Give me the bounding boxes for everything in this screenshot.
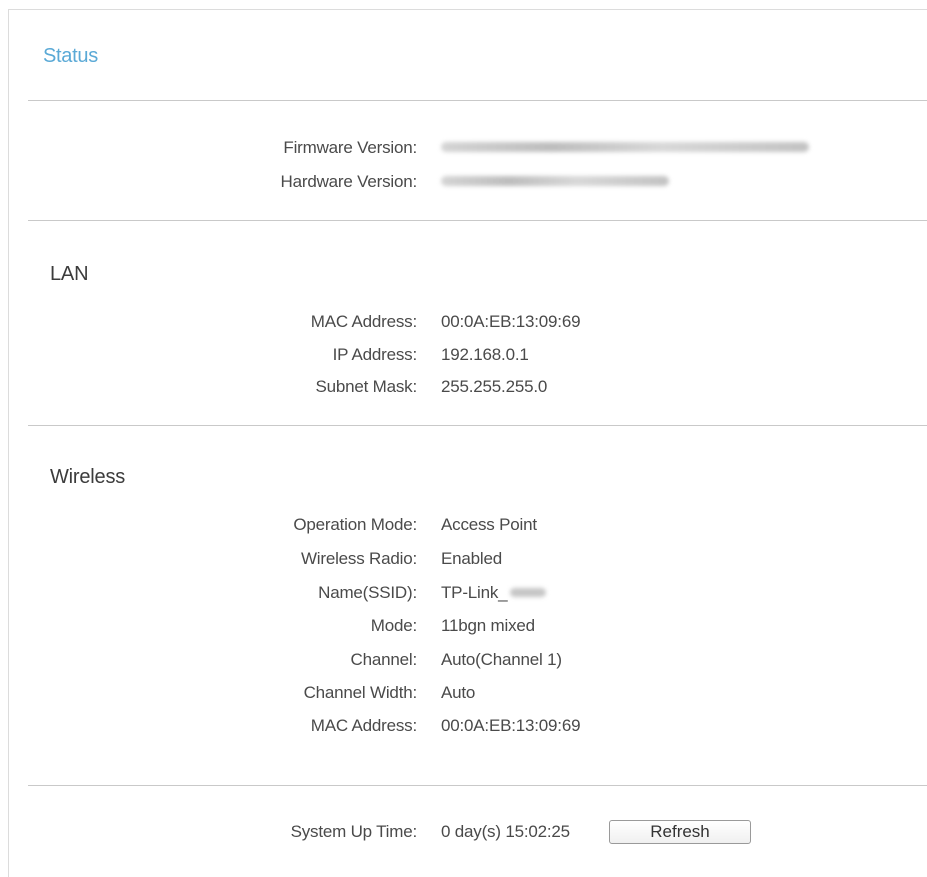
wireless-mac-value: 00:0A:EB:13:09:69 xyxy=(441,716,581,735)
lan-subnet-value: 255.255.255.0 xyxy=(441,377,548,396)
wireless-channel-row: Channel: Auto(Channel 1) xyxy=(0,650,927,674)
lan-ip-value: 192.168.0.1 xyxy=(441,345,529,364)
operation-mode-label: Operation Mode: xyxy=(293,515,417,534)
hardware-version-label: Hardware Version: xyxy=(280,172,418,191)
wireless-mac-label: MAC Address: xyxy=(310,716,417,735)
ssid-value: TP-Link_ xyxy=(441,583,547,603)
lan-mac-row: MAC Address: 00:0A:EB:13:09:69 xyxy=(0,312,927,336)
firmware-version-value xyxy=(441,138,809,158)
uptime-label: System Up Time: xyxy=(290,822,418,841)
redacted-value xyxy=(510,587,547,597)
lan-ip-row: IP Address: 192.168.0.1 xyxy=(0,345,927,369)
divider xyxy=(28,100,927,101)
divider xyxy=(28,425,927,426)
wireless-section-title: Wireless xyxy=(50,466,126,488)
wireless-mode-row: Mode: 11bgn mixed xyxy=(0,616,927,640)
firmware-version-label: Firmware Version: xyxy=(283,138,417,157)
firmware-version-row: Firmware Version: xyxy=(0,138,927,162)
lan-subnet-row: Subnet Mask: 255.255.255.0 xyxy=(0,377,927,401)
divider xyxy=(28,220,927,221)
mode-label: Mode: xyxy=(370,616,417,635)
redacted-value xyxy=(441,142,809,153)
wireless-mac-row: MAC Address: 00:0A:EB:13:09:69 xyxy=(0,716,927,740)
wireless-channel-width-row: Channel Width: Auto xyxy=(0,683,927,707)
hardware-version-row: Hardware Version: xyxy=(0,172,927,196)
mode-value: 11bgn mixed xyxy=(441,616,535,635)
channel-width-value: Auto xyxy=(441,683,476,702)
lan-mac-value: 00:0A:EB:13:09:69 xyxy=(441,312,581,331)
ssid-text: TP-Link_ xyxy=(441,583,508,602)
wireless-radio-row: Wireless Radio: Enabled xyxy=(0,549,927,573)
lan-ip-label: IP Address: xyxy=(332,345,418,364)
system-uptime-row: System Up Time: 0 day(s) 15:02:25 xyxy=(0,822,927,846)
redacted-value xyxy=(441,176,669,187)
uptime-value: 0 day(s) 15:02:25 xyxy=(441,822,570,841)
page-title: Status xyxy=(43,45,98,67)
lan-section-title: LAN xyxy=(50,263,89,285)
lan-subnet-label: Subnet Mask: xyxy=(315,377,417,396)
operation-mode-value: Access Point xyxy=(441,515,537,534)
channel-value: Auto(Channel 1) xyxy=(441,650,562,669)
hardware-version-value xyxy=(441,172,669,192)
divider xyxy=(28,785,927,786)
lan-mac-label: MAC Address: xyxy=(310,312,417,331)
channel-width-label: Channel Width: xyxy=(303,683,418,702)
channel-label: Channel: xyxy=(350,650,418,669)
wireless-ssid-row: Name(SSID): TP-Link_ xyxy=(0,583,927,607)
wireless-radio-label: Wireless Radio: xyxy=(300,549,417,568)
wireless-radio-value: Enabled xyxy=(441,549,502,568)
ssid-label: Name(SSID): xyxy=(318,583,417,602)
wireless-operation-mode-row: Operation Mode: Access Point xyxy=(0,515,927,539)
refresh-button[interactable]: Refresh xyxy=(609,820,751,844)
